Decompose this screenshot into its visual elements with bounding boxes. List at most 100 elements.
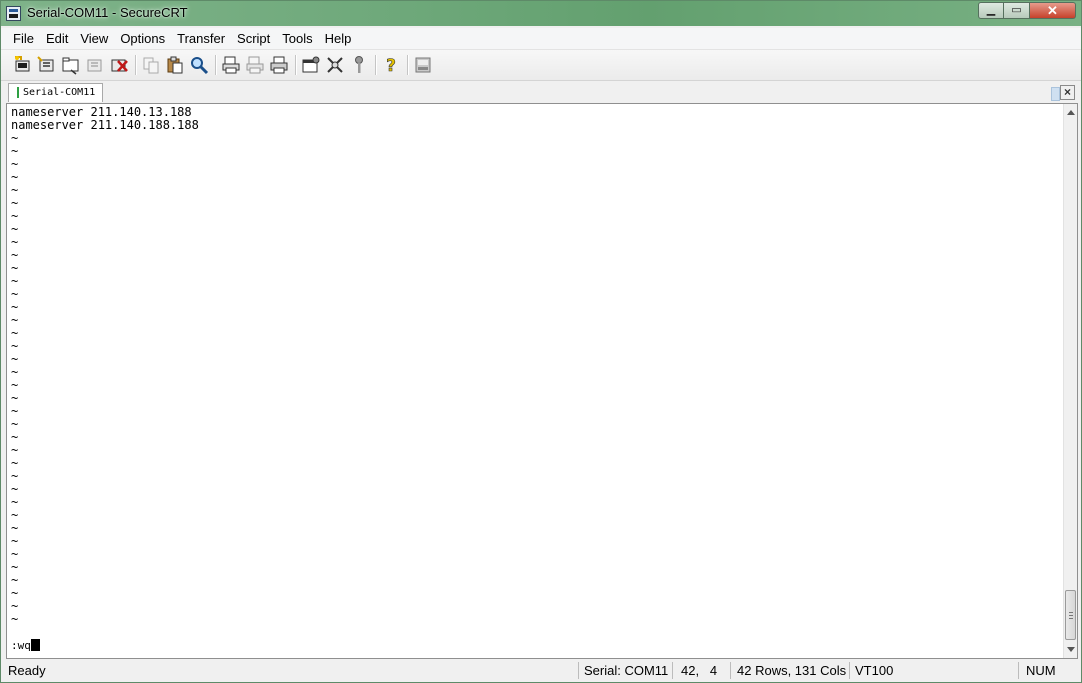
terminal-line: ~ (11, 235, 19, 249)
menu-file[interactable]: File (7, 29, 40, 49)
menu-edit[interactable]: Edit (40, 29, 74, 49)
maximize-button[interactable]: ▭ (1004, 2, 1030, 19)
terminal-line: ~ (11, 469, 19, 483)
maximize-icon: ▭ (1011, 4, 1022, 16)
terminal-line: ~ (11, 274, 19, 288)
scrollbar-thumb[interactable] (1065, 590, 1076, 640)
toolbar-separator (407, 55, 409, 75)
session-tab[interactable]: Serial-COM11 (8, 83, 103, 102)
terminal-line: nameserver 211.140.188.188 (11, 118, 199, 132)
status-bar: Ready Serial: COM11 42, 4 42 Rows, 131 C… (1, 660, 1081, 682)
print-icon[interactable] (269, 55, 289, 75)
global-options-icon[interactable] (325, 55, 345, 75)
window-title: Serial-COM11 - SecureCRT (27, 5, 188, 20)
scroll-up-arrow-icon[interactable] (1067, 110, 1075, 115)
terminal-line: ~ (11, 183, 19, 197)
title-bar[interactable]: Serial-COM11 - SecureCRT ▁ ▭ ✕ (1, 1, 1081, 26)
status-connection: Serial: COM11 (584, 663, 669, 678)
terminal-line: ~ (11, 131, 19, 145)
status-ready: Ready (8, 663, 46, 678)
securecrt-window: Serial-COM11 - SecureCRT ▁ ▭ ✕ File Edit… (0, 0, 1082, 683)
grip-line (1069, 615, 1073, 616)
terminal-line: ~ (11, 612, 19, 626)
status-cursor-position: 42, 4 (681, 663, 718, 678)
terminal-screen[interactable]: nameserver 211.140.13.188 nameserver 211.… (7, 104, 1063, 658)
terminal-line: ~ (11, 248, 19, 262)
close-tab-button[interactable]: × (1060, 85, 1075, 100)
terminal-line: ~ (11, 534, 19, 548)
securecrt-app-icon[interactable] (6, 6, 21, 21)
terminal-line: ~ (11, 287, 19, 301)
terminal-line: ~ (11, 326, 19, 340)
terminal-line: ~ (11, 599, 19, 613)
status-separator (672, 662, 673, 679)
connected-status-icon (17, 87, 19, 98)
session-tab-label: Serial-COM11 (23, 87, 96, 98)
find-icon[interactable] (189, 55, 209, 75)
vertical-scrollbar[interactable] (1063, 104, 1077, 658)
toolbar-separator (135, 55, 137, 75)
terminal-line: ~ (11, 560, 19, 574)
session-options-icon[interactable] (301, 55, 321, 75)
toolbar: ? (1, 50, 1081, 81)
quick-connect-icon[interactable] (37, 55, 57, 75)
terminal-line: ~ (11, 573, 19, 587)
connect-in-tab-icon[interactable] (61, 55, 81, 75)
scroll-down-arrow-icon[interactable] (1067, 647, 1075, 652)
disconnect-icon[interactable] (109, 55, 129, 75)
terminal-line: ~ (11, 404, 19, 418)
status-num-lock: NUM (1026, 663, 1056, 678)
paste-icon[interactable] (165, 55, 185, 75)
print-screen-icon[interactable] (221, 55, 241, 75)
tab-scroll-button[interactable] (1051, 87, 1060, 101)
terminal-line: ~ (11, 547, 19, 561)
minimize-icon: ▁ (986, 4, 996, 16)
menu-script[interactable]: Script (231, 29, 276, 49)
terminal-line: ~ (11, 157, 19, 171)
close-window-button[interactable]: ✕ (1030, 2, 1076, 19)
svg-text:?: ? (386, 56, 396, 75)
terminal-line: ~ (11, 144, 19, 158)
close-icon: ✕ (1047, 3, 1058, 18)
sftp-icon[interactable] (413, 55, 433, 75)
terminal-line: ~ (11, 170, 19, 184)
reconnect-icon[interactable] (85, 55, 105, 75)
minimize-button[interactable]: ▁ (978, 2, 1004, 19)
terminal-line: ~ (11, 521, 19, 535)
terminal-line: ~ (11, 482, 19, 496)
connect-icon[interactable] (13, 55, 33, 75)
menu-help[interactable]: Help (319, 29, 358, 49)
close-icon: × (1063, 85, 1071, 99)
menu-tools[interactable]: Tools (276, 29, 318, 49)
status-separator (730, 662, 731, 679)
help-icon[interactable]: ? (381, 55, 401, 75)
grip-line (1069, 618, 1073, 619)
menu-bar: File Edit View Options Transfer Script T… (1, 28, 1081, 50)
terminal-line: ~ (11, 222, 19, 236)
grip-line (1069, 612, 1073, 613)
print-selection-icon[interactable] (245, 55, 265, 75)
status-separator (1018, 662, 1019, 679)
terminal-line: ~ (11, 196, 19, 210)
terminal-line: ~ (11, 261, 19, 275)
terminal-command-line: :wq (11, 639, 40, 652)
terminal-line: ~ (11, 339, 19, 353)
status-separator (578, 662, 579, 679)
terminal-line: ~ (11, 365, 19, 379)
keymap-icon[interactable] (349, 55, 369, 75)
vi-command: :wq (11, 639, 31, 652)
copy-icon[interactable] (141, 55, 161, 75)
terminal-line: ~ (11, 586, 19, 600)
terminal-frame: nameserver 211.140.13.188 nameserver 211.… (6, 103, 1078, 659)
terminal-line: ~ (11, 417, 19, 431)
terminal-line: ~ (11, 508, 19, 522)
menu-view[interactable]: View (74, 29, 114, 49)
menu-options[interactable]: Options (114, 29, 171, 49)
terminal-line: ~ (11, 456, 19, 470)
toolbar-separator (295, 55, 297, 75)
terminal-line: ~ (11, 209, 19, 223)
menu-transfer[interactable]: Transfer (171, 29, 231, 49)
toolbar-separator (215, 55, 217, 75)
terminal-line: ~ (11, 352, 19, 366)
status-separator (849, 662, 850, 679)
